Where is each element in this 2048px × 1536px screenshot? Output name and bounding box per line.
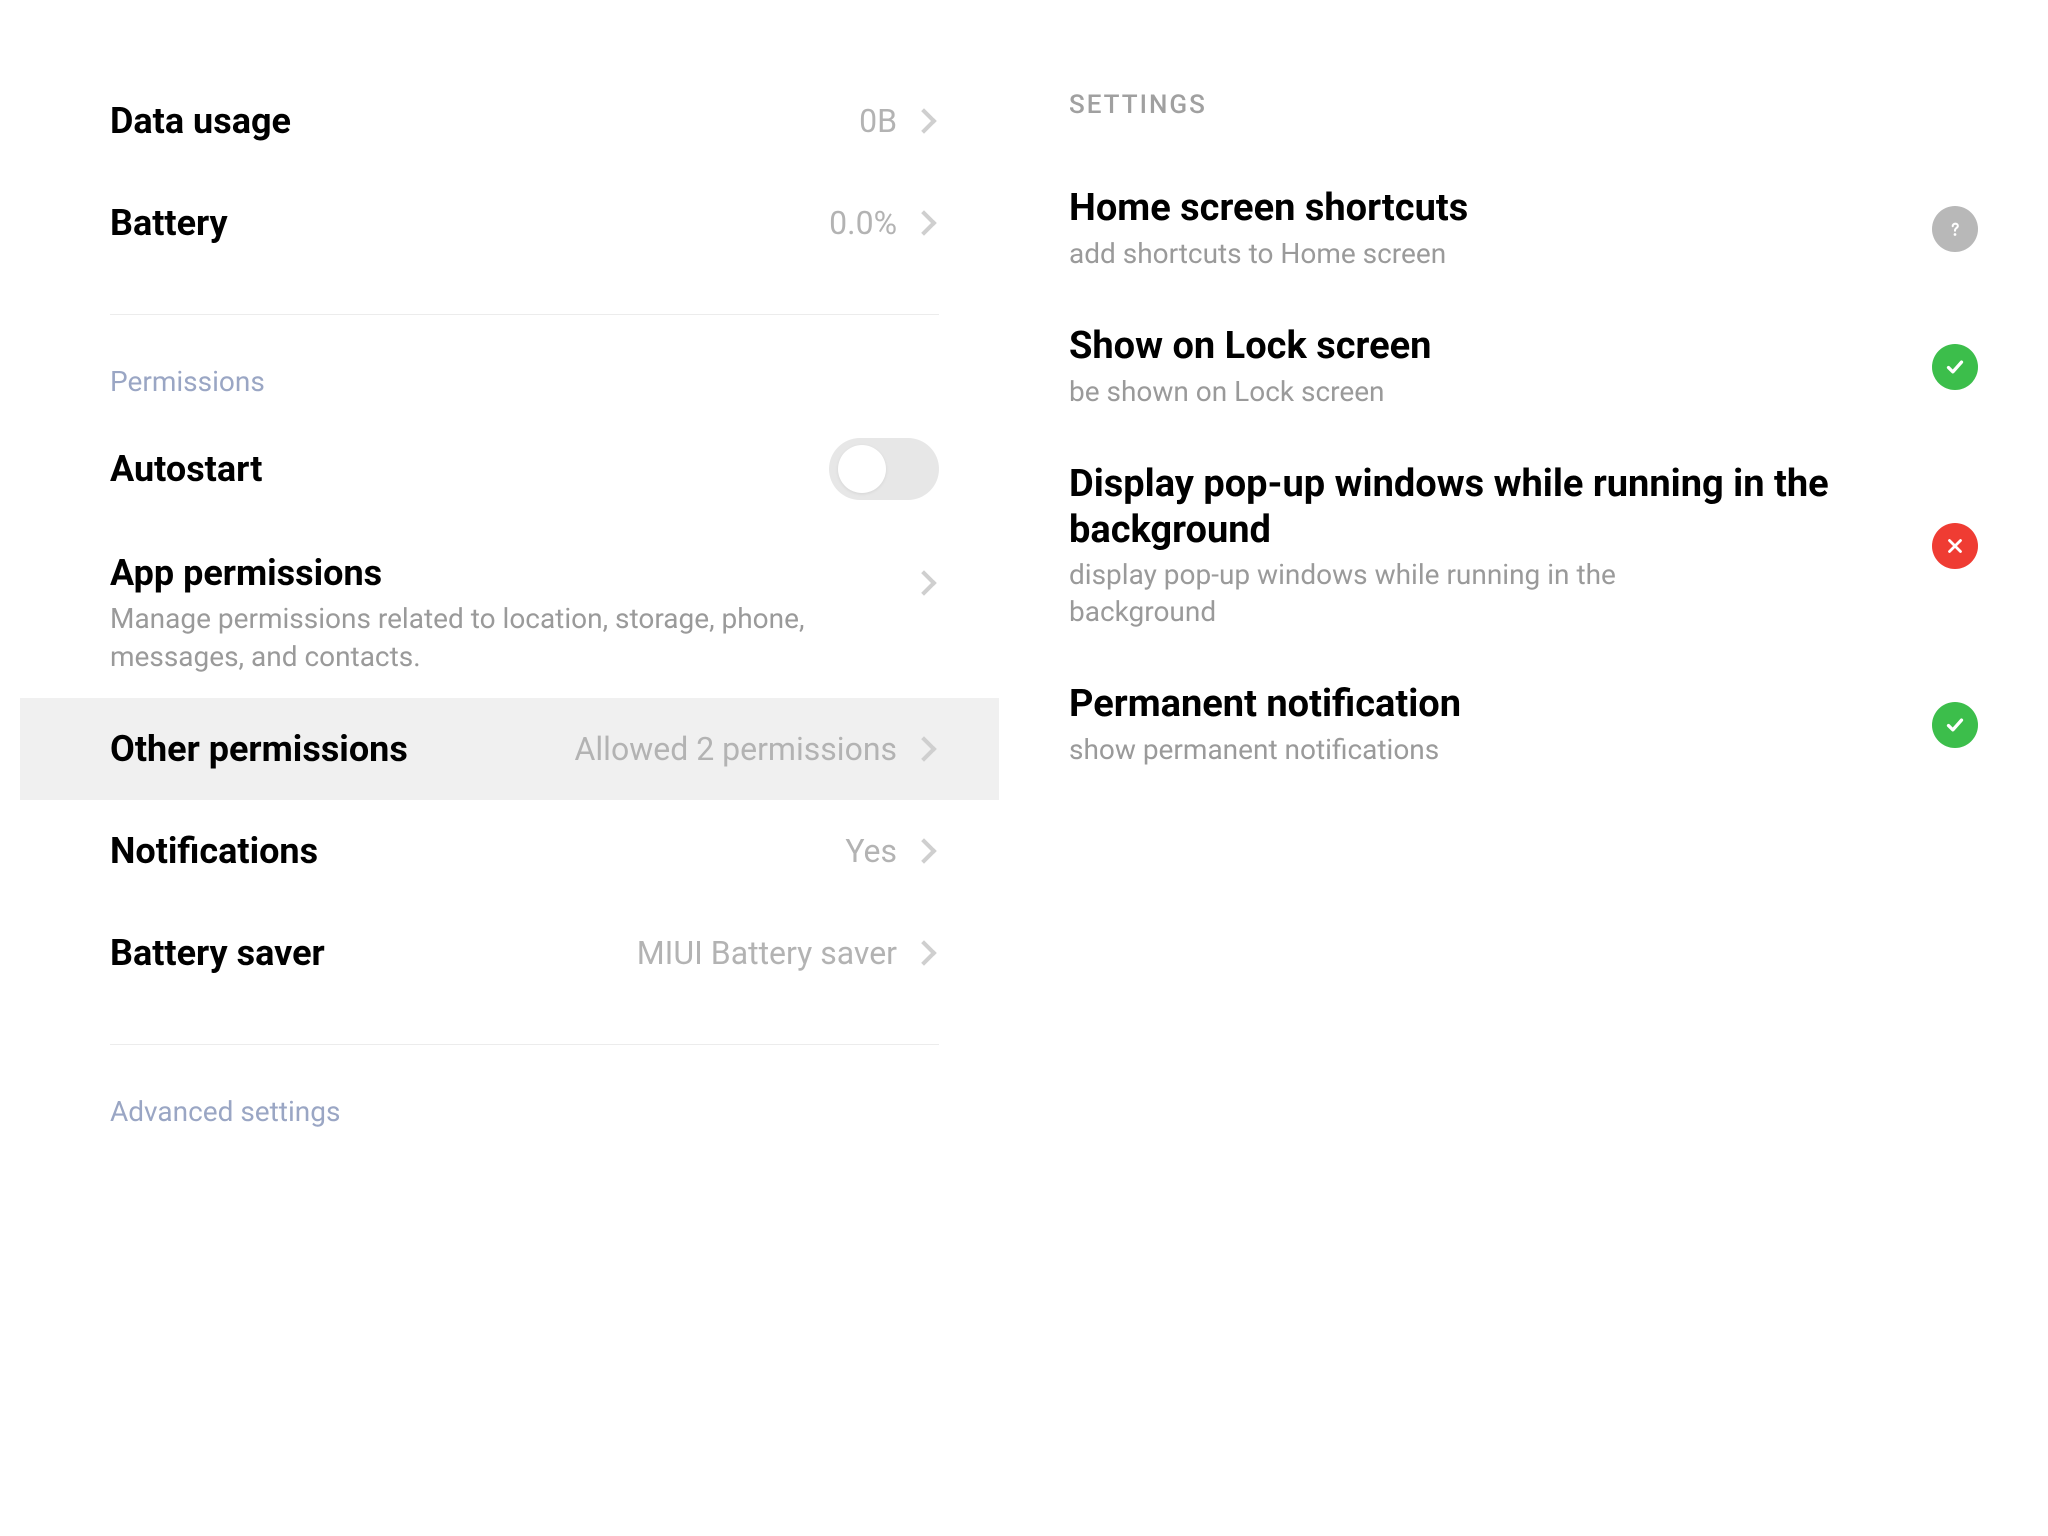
perm-title: Display pop-up windows while running in … [1069,462,1902,553]
row-autostart[interactable]: Autostart [20,408,999,530]
other-permissions-panel: SETTINGS Home screen shortcuts add short… [999,0,2048,1536]
autostart-toggle[interactable] [829,438,939,500]
row-battery-saver[interactable]: Battery saver MIUI Battery saver [20,902,999,1004]
row-app-permissions[interactable]: App permissions Manage permissions relat… [20,530,999,698]
chevron-right-icon [911,108,936,133]
x-icon [1932,523,1978,569]
perm-title: Permanent notification [1069,682,1902,728]
app-permissions-title: App permissions [110,552,915,594]
data-usage-title: Data usage [110,100,859,142]
perm-sub: add shortcuts to Home screen [1069,236,1902,272]
notifications-title: Notifications [110,830,845,872]
chevron-right-icon [911,838,936,863]
notifications-value: Yes [845,832,897,870]
toggle-knob [838,445,886,493]
checkmark-icon [1932,702,1978,748]
perm-row-lock-screen[interactable]: Show on Lock screen be shown on Lock scr… [1029,298,2008,436]
app-info-panel: Data usage 0B Battery 0.0% Permissions A… [0,0,999,1536]
other-permissions-value: Allowed 2 permissions [575,730,897,768]
chevron-right-icon [911,736,936,761]
advanced-section-header: Advanced settings [20,1045,999,1138]
perm-sub: be shown on Lock screen [1069,374,1902,410]
battery-value: 0.0% [829,204,897,242]
perm-row-permanent-notification[interactable]: Permanent notification show permanent no… [1029,656,2008,794]
row-data-usage[interactable]: Data usage 0B [20,70,999,172]
chevron-right-icon [911,210,936,235]
app-root: Data usage 0B Battery 0.0% Permissions A… [0,0,2048,1536]
battery-saver-value: MIUI Battery saver [637,934,897,972]
question-mark-icon [1932,206,1978,252]
perm-row-popup-background[interactable]: Display pop-up windows while running in … [1029,436,2008,656]
perm-title: Home screen shortcuts [1069,186,1902,232]
permissions-section-header: Permissions [20,315,999,408]
settings-header: SETTINGS [1029,70,2008,160]
battery-saver-title: Battery saver [110,932,637,974]
battery-title: Battery [110,202,829,244]
chevron-right-icon [911,940,936,965]
perm-title: Show on Lock screen [1069,324,1902,370]
row-battery[interactable]: Battery 0.0% [20,172,999,274]
perm-sub: display pop-up windows while running in … [1069,557,1709,630]
row-other-permissions[interactable]: Other permissions Allowed 2 permissions [20,698,999,800]
autostart-title: Autostart [110,448,829,490]
app-permissions-sub: Manage permissions related to location, … [110,600,830,676]
perm-sub: show permanent notifications [1069,732,1902,768]
other-permissions-title: Other permissions [110,728,408,770]
perm-row-home-shortcuts[interactable]: Home screen shortcuts add shortcuts to H… [1029,160,2008,298]
chevron-right-icon [911,570,936,595]
data-usage-value: 0B [859,102,897,140]
checkmark-icon [1932,344,1978,390]
row-notifications[interactable]: Notifications Yes [20,800,999,902]
